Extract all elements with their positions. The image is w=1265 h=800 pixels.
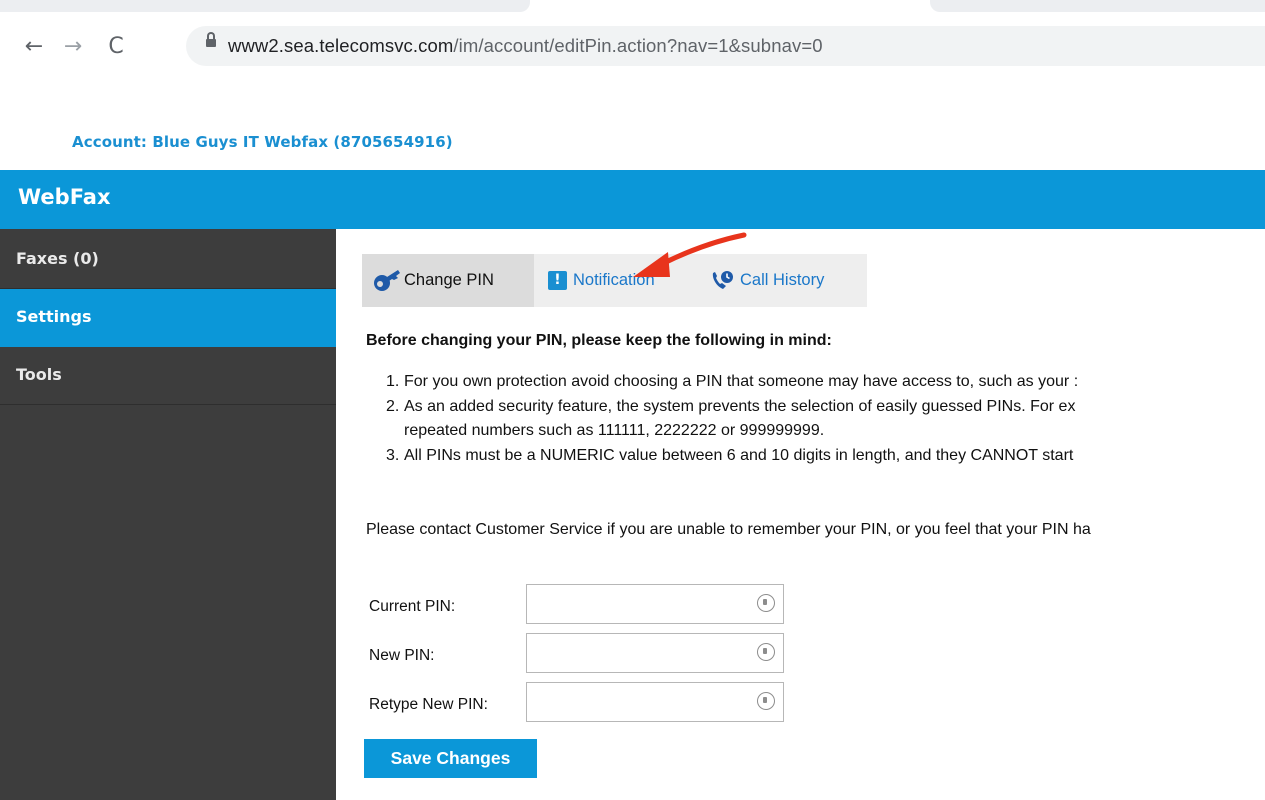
- app-header: WebFax: [0, 170, 1265, 229]
- new-pin-input[interactable]: [526, 633, 784, 673]
- address-bar[interactable]: www2.sea.telecomsvc.com/im/account/editP…: [186, 26, 1265, 66]
- save-changes-button[interactable]: Save Changes: [364, 739, 537, 778]
- tab-notification[interactable]: ! Notification: [548, 254, 655, 307]
- list-item-continuation: repeated numbers such as 111111, 2222222…: [404, 422, 825, 439]
- call-history-icon: [712, 270, 733, 289]
- current-pin-row: Current PIN:: [369, 584, 789, 624]
- tab-call-history-label: Call History: [740, 271, 825, 289]
- browser-toolbar: ← → C www2.sea.telecomsvc.com/im/account…: [0, 14, 1265, 78]
- tab-change-pin-label: Change PIN: [404, 271, 494, 289]
- browser-tab[interactable]: [930, 0, 1265, 12]
- pin-rules-list: 1. For you own protection avoid choosing …: [386, 370, 1078, 468]
- url-host: www2.sea.telecomsvc.com: [228, 35, 454, 56]
- current-pin-input[interactable]: [526, 584, 784, 624]
- contact-note: Please contact Customer Service if you a…: [366, 521, 1091, 538]
- browser-tab[interactable]: [0, 0, 530, 12]
- password-manager-icon[interactable]: [757, 692, 775, 710]
- url-text[interactable]: www2.sea.telecomsvc.com/im/account/editP…: [228, 35, 823, 57]
- app-title: WebFax: [18, 185, 111, 209]
- retype-pin-row: Retype New PIN:: [369, 682, 789, 722]
- tab-notification-label: Notification: [573, 271, 655, 289]
- sidebar-item-faxes[interactable]: Faxes (0): [0, 229, 336, 289]
- list-item: 1. For you own protection avoid choosing …: [386, 373, 1079, 390]
- reload-icon[interactable]: C: [104, 34, 128, 59]
- instructions-heading: Before changing your PIN, please keep th…: [366, 332, 832, 349]
- forward-arrow-icon[interactable]: →: [61, 34, 85, 59]
- new-pin-row: New PIN:: [369, 633, 789, 673]
- notification-icon: !: [548, 271, 567, 290]
- list-item: 3. All PINs must be a NUMERIC value betwe…: [386, 446, 1074, 464]
- list-item: 2. As an added security feature, the syst…: [386, 397, 1076, 415]
- lock-icon: [206, 32, 216, 47]
- current-pin-label: Current PIN:: [369, 598, 456, 615]
- sidebar-item-settings[interactable]: Settings: [0, 289, 336, 347]
- account-label: Account: Blue Guys IT Webfax (8705654916…: [72, 133, 453, 151]
- sidebar: Faxes (0) Settings Tools: [0, 229, 336, 800]
- new-pin-label: New PIN:: [369, 647, 435, 664]
- settings-tabs: Change PIN ! Notification Call History: [362, 254, 867, 307]
- browser-tab-strip: [0, 0, 1265, 14]
- key-icon: [374, 269, 400, 291]
- back-arrow-icon[interactable]: ←: [22, 34, 46, 59]
- url-path: /im/account/editPin.action?nav=1&subnav=…: [453, 35, 823, 56]
- retype-pin-label: Retype New PIN:: [369, 696, 488, 713]
- retype-pin-input[interactable]: [526, 682, 784, 722]
- tab-call-history[interactable]: Call History: [710, 254, 824, 307]
- tab-change-pin[interactable]: Change PIN: [362, 254, 534, 307]
- password-manager-icon[interactable]: [757, 643, 775, 661]
- sidebar-item-tools[interactable]: Tools: [0, 347, 336, 405]
- password-manager-icon[interactable]: [757, 594, 775, 612]
